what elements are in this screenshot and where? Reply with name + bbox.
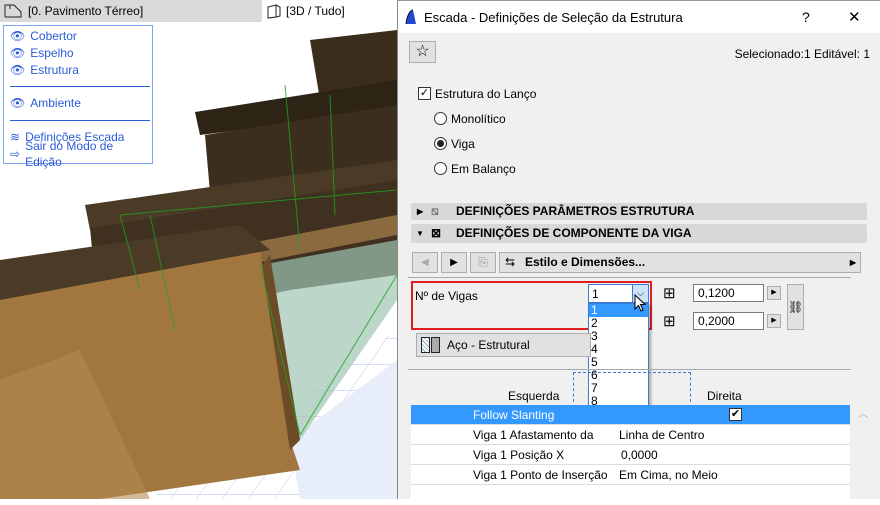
- 3d-cube-icon: [267, 4, 281, 19]
- follow-slanting-checkbox[interactable]: ✔: [729, 408, 742, 421]
- radio-monolitico[interactable]: [434, 112, 447, 125]
- beam-offset-diagram: [573, 372, 691, 402]
- eye-icon: 👁: [10, 96, 26, 110]
- menu-divider: [10, 86, 150, 87]
- material-label: Aço - Estrutural: [447, 338, 530, 352]
- archicad-logo-icon: [405, 9, 416, 25]
- param-row: [411, 485, 850, 505]
- help-button[interactable]: ?: [802, 9, 810, 25]
- chevron-right-icon: ▶: [849, 258, 856, 267]
- beam-count-label: Nº de Vigas: [415, 289, 478, 303]
- beam-width-input[interactable]: 0,1200: [693, 284, 764, 302]
- beam-height-input[interactable]: 0,2000: [693, 312, 764, 330]
- eye-icon: 👁: [10, 63, 26, 77]
- eye-icon: 👁: [10, 46, 26, 60]
- structure-params-icon: ⧅: [431, 204, 439, 218]
- menu-item-ambiente[interactable]: 👁 Ambiente: [10, 95, 81, 111]
- radio-viga[interactable]: [434, 137, 447, 150]
- menu-item-cobertor[interactable]: 👁 Cobertor: [10, 28, 77, 44]
- radio-label: Monolítico: [451, 112, 506, 126]
- tab-label: [3D / Tudo]: [286, 4, 345, 18]
- favorites-button[interactable]: ☆: [409, 41, 436, 63]
- param-row[interactable]: Viga 1 Ponto de Inserção Em Cima, no Meio: [411, 465, 850, 485]
- menu-label: Sair do Modo de Edição: [25, 139, 114, 169]
- previous-page-button[interactable]: ◀: [412, 252, 438, 273]
- tab-label: [0. Pavimento Térreo]: [28, 4, 144, 18]
- beam-count-value: 1: [592, 287, 599, 301]
- material-button[interactable]: Aço - Estrutural: [416, 333, 591, 357]
- stair-structure-dialog: Escada - Definições de Seleção da Estrut…: [397, 0, 880, 505]
- link-dimensions-button[interactable]: ⛓: [787, 284, 804, 330]
- menu-label: Espelho: [30, 46, 74, 60]
- param-value[interactable]: Em Cima, no Meio: [619, 465, 718, 485]
- section-structure-params[interactable]: ▶ ⧅ DEFINIÇÕES PARÂMETROS ESTRUTURA: [411, 203, 867, 220]
- param-name: Viga 1 Ponto de Inserção: [473, 468, 608, 482]
- page-selector-label: Estilo e Dimensões...: [525, 255, 646, 269]
- section-label: DEFINIÇÕES PARÂMETROS ESTRUTURA: [456, 204, 695, 218]
- left-label: Esquerda: [508, 389, 560, 403]
- param-name: Follow Slanting: [473, 408, 555, 422]
- selection-status: Selecionado:1 Editável: 1: [734, 47, 870, 61]
- expand-arrow-icon: ▶: [417, 207, 424, 216]
- height-arrow-button[interactable]: ▶: [767, 314, 781, 328]
- favorite-page-icon[interactable]: ⎘: [470, 252, 496, 273]
- beam-component-icon: ⊠: [431, 226, 442, 240]
- beam-height-icon: ⊞: [663, 313, 676, 330]
- radio-em-balanco[interactable]: [434, 162, 447, 175]
- param-value[interactable]: 0,0000: [621, 445, 658, 465]
- menu-item-sair[interactable]: ⇨ Sair do Modo de Edição: [10, 139, 152, 169]
- close-button[interactable]: ✕: [848, 8, 861, 26]
- width-arrow-button[interactable]: ▶: [767, 286, 781, 300]
- section-beam-component[interactable]: ▼ ⊠ DEFINIÇÕES DE COMPONENTE DA VIGA: [411, 224, 867, 243]
- stair-settings-icon: ≋: [10, 130, 21, 144]
- style-dimensions-icon: ⇆: [505, 255, 516, 269]
- divider: [408, 369, 851, 370]
- beam-width-icon: ⊞: [663, 285, 676, 302]
- view-tab-bar: [0. Pavimento Térreo] [3D / Tudo]: [0, 0, 397, 22]
- section-label: DEFINIÇÕES DE COMPONENTE DA VIGA: [456, 226, 692, 240]
- floor-plan-icon: [4, 4, 22, 18]
- param-row-follow-slanting[interactable]: Follow Slanting ✔: [411, 405, 850, 425]
- exit-icon: ⇨: [10, 147, 21, 161]
- menu-label: Ambiente: [30, 96, 81, 110]
- param-name: Viga 1 Posição X: [473, 448, 565, 462]
- eye-icon: 👁: [10, 29, 26, 43]
- radio-label: Em Balanço: [451, 162, 516, 176]
- next-page-button[interactable]: ▶: [441, 252, 467, 273]
- mouse-cursor-icon: [634, 294, 647, 312]
- param-value[interactable]: Linha de Centro: [619, 425, 704, 445]
- structure-checkbox-label: Estrutura do Lanço: [435, 87, 537, 101]
- param-row[interactable]: Viga 1 Afastamento da Linha de Centro: [411, 425, 850, 445]
- param-row[interactable]: Viga 1 Posição X 0,0000: [411, 445, 850, 465]
- material-swatch-icon: [431, 337, 440, 353]
- radio-label: Viga: [451, 137, 475, 151]
- chain-link-icon: ⛓: [788, 300, 804, 314]
- param-name: Viga 1 Afastamento da: [473, 428, 594, 442]
- right-label: Direita: [707, 389, 742, 403]
- material-swatch-icon: [421, 337, 430, 353]
- star-icon: ☆: [415, 43, 430, 60]
- menu-item-espelho[interactable]: 👁 Espelho: [10, 45, 74, 61]
- page-selector[interactable]: ⇆ Estilo e Dimensões... ▶: [499, 252, 861, 273]
- structure-checkbox[interactable]: ✓: [418, 87, 431, 100]
- menu-label: Cobertor: [30, 29, 77, 43]
- dialog-titlebar: Escada - Definições de Seleção da Estrut…: [398, 0, 880, 33]
- menu-label: Estrutura: [30, 63, 79, 77]
- tab-floor-plan[interactable]: [0. Pavimento Térreo]: [4, 0, 143, 22]
- dialog-title: Escada - Definições de Seleção da Estrut…: [424, 10, 683, 25]
- menu-item-estrutura[interactable]: 👁 Estrutura: [10, 62, 79, 78]
- divider: [408, 277, 851, 278]
- collapse-arrow-icon: ▼: [416, 229, 424, 238]
- scroll-up-icon[interactable]: ︿: [858, 405, 868, 420]
- stair-edit-menu: 👁 Cobertor 👁 Espelho 👁 Estrutura 👁 Ambiente …: [3, 25, 153, 169]
- menu-divider: [10, 120, 150, 121]
- tab-3d[interactable]: [3D / Tudo]: [262, 0, 397, 22]
